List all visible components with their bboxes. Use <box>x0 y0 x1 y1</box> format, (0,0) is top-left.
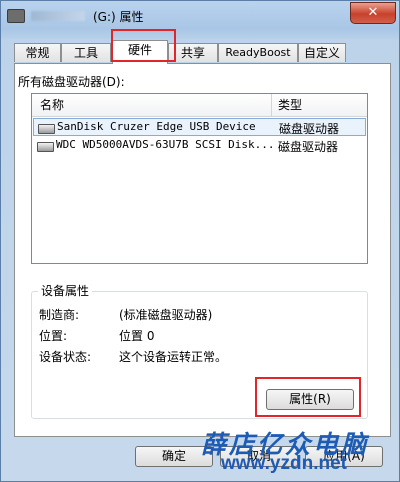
location-label: 位置: <box>39 329 68 343</box>
group-legend: 设备属性 <box>38 282 93 299</box>
drive-row[interactable]: SanDisk Cruzer Edge USB Device 磁盘驱动器 <box>33 118 366 136</box>
drive-name: SanDisk Cruzer Edge USB Device <box>57 120 256 133</box>
close-icon: ✕ <box>367 5 379 20</box>
watermark-url: www.yzdn.net <box>221 453 347 474</box>
hard-disk-icon <box>37 142 54 152</box>
title-bar[interactable]: (G:) 属性 ✕ <box>1 1 400 31</box>
tab-highlight-box <box>111 29 176 62</box>
properties-button-highlight-box <box>255 377 361 417</box>
usb-drive-icon <box>38 124 55 134</box>
tab-strip: 常规 工具 硬件 共享 ReadyBoost 自定义 <box>14 40 394 64</box>
manufacturer-value: (标准磁盘驱动器) <box>119 308 213 322</box>
drive-row[interactable]: WDC WD5000AVDS-63U7B SCSI Disk... 磁盘驱动器 <box>33 137 366 155</box>
tab-tools[interactable]: 工具 <box>61 43 111 62</box>
drive-type: 磁盘驱动器 <box>279 122 340 136</box>
drives-label: 所有磁盘驱动器(D): <box>18 75 125 89</box>
blurred-drive-name <box>31 11 85 21</box>
tab-general[interactable]: 常规 <box>14 43 61 62</box>
list-header: 名称 类型 <box>32 94 367 117</box>
tab-readyboost[interactable]: ReadyBoost <box>218 43 298 62</box>
column-header-type[interactable]: 类型 <box>273 94 367 116</box>
column-header-name[interactable]: 名称 <box>32 94 272 116</box>
location-value: 位置 0 <box>119 329 155 343</box>
drive-name: WDC WD5000AVDS-63U7B SCSI Disk... <box>56 138 275 151</box>
tab-customize[interactable]: 自定义 <box>298 43 346 62</box>
window-title: (G:) 属性 <box>93 10 144 24</box>
properties-window: (G:) 属性 ✕ 常规 工具 硬件 共享 ReadyBoost 自定义 所有磁… <box>0 0 400 482</box>
drive-icon <box>7 9 25 23</box>
status-value: 这个设备运转正常。 <box>119 350 228 364</box>
status-label: 设备状态: <box>39 350 92 364</box>
drive-type: 磁盘驱动器 <box>278 140 339 154</box>
close-button[interactable]: ✕ <box>350 2 396 24</box>
drives-list[interactable]: 名称 类型 SanDisk Cruzer Edge USB Device 磁盘驱… <box>31 93 368 264</box>
manufacturer-label: 制造商: <box>39 308 80 322</box>
